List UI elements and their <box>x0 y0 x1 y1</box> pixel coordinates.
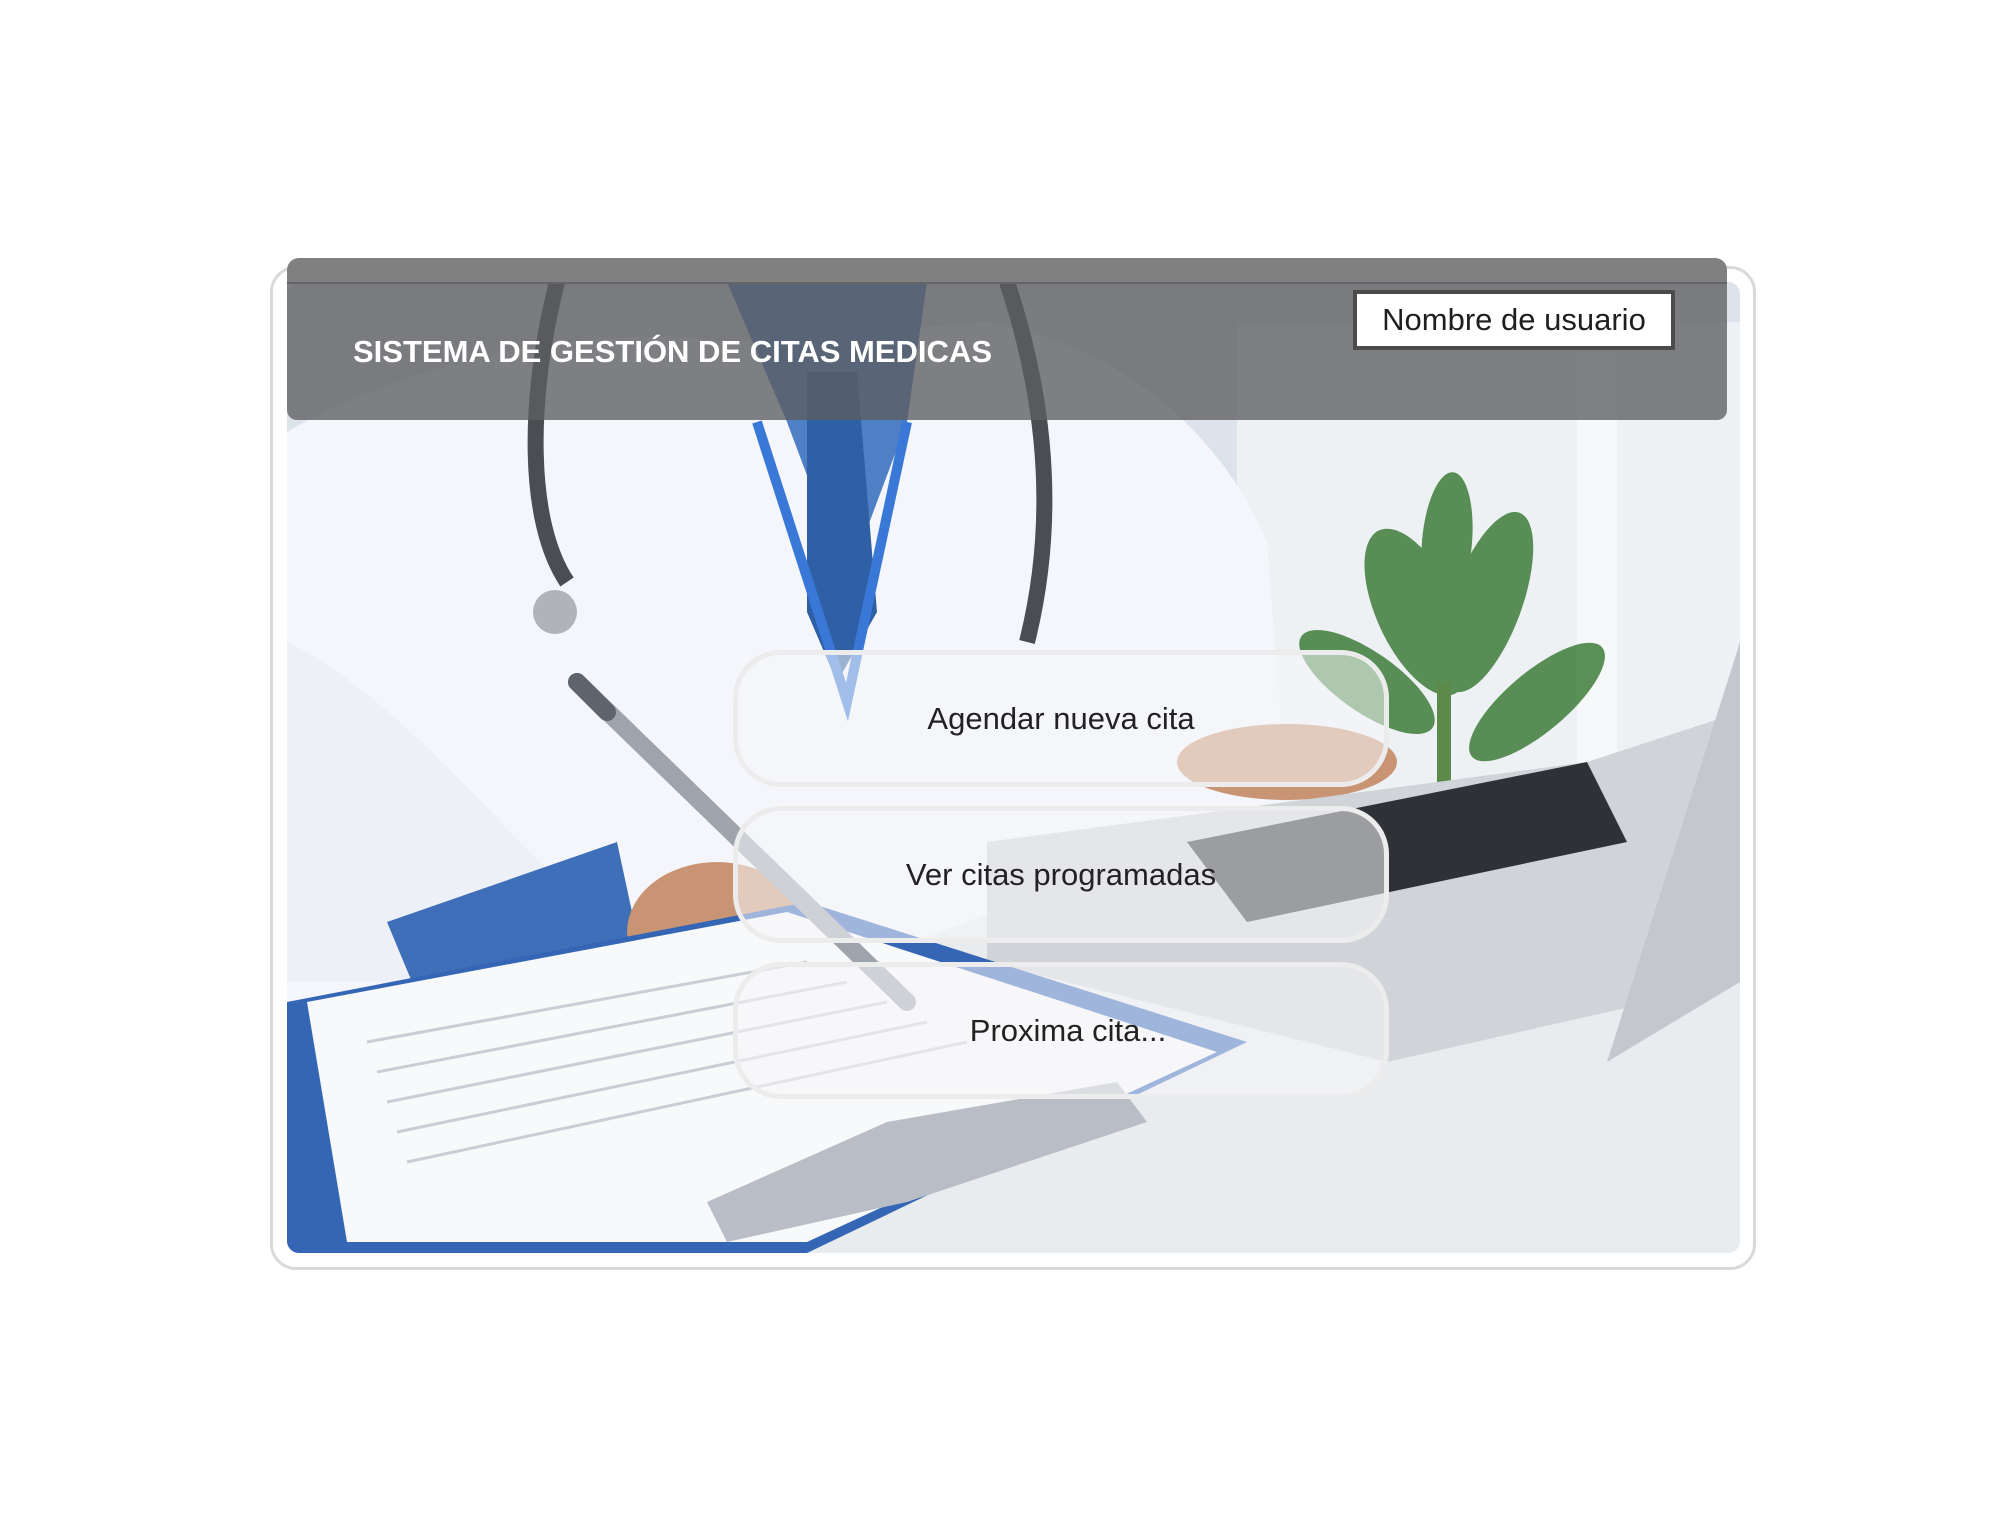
app-header: SISTEMA DE GESTIÓN DE CITAS MEDICAS Nomb… <box>287 282 1727 420</box>
view-appointments-button[interactable]: Ver citas programadas <box>733 806 1389 943</box>
next-appointment-label: Proxima cita... <box>969 1012 1167 1048</box>
page-title: SISTEMA DE GESTIÓN DE CITAS MEDICAS <box>353 334 992 369</box>
username-display[interactable]: Nombre de usuario <box>1353 290 1675 350</box>
header-top-strip <box>287 258 1727 284</box>
app-stage: SISTEMA DE GESTIÓN DE CITAS MEDICAS Nomb… <box>0 0 2007 1528</box>
view-appointments-label: Ver citas programadas <box>905 856 1217 892</box>
next-appointment-button[interactable]: Proxima cita... <box>733 962 1389 1099</box>
schedule-appointment-button[interactable]: Agendar nueva cita <box>733 650 1389 787</box>
schedule-appointment-label: Agendar nueva cita <box>927 700 1195 736</box>
